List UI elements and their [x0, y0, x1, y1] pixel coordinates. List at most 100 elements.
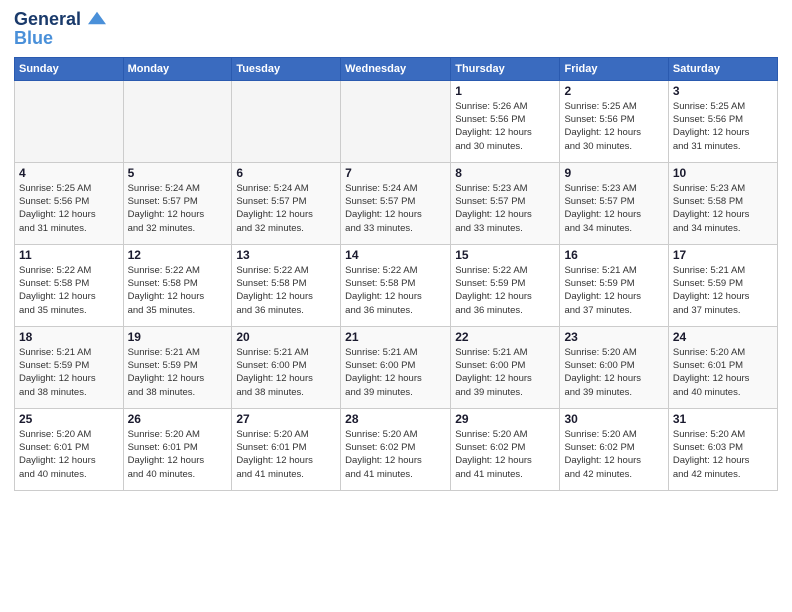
- calendar-cell: 28Sunrise: 5:20 AM Sunset: 6:02 PM Dayli…: [341, 408, 451, 490]
- calendar-cell: 11 Sunrise: 5:22 AM Sunset: 5:58 PM Dayli…: [15, 244, 124, 326]
- day-info: Sunrise: 5:20 AM Sunset: 6:02 PM Dayligh…: [455, 428, 555, 481]
- day-number: 23: [564, 330, 663, 344]
- day-number: 7: [345, 166, 446, 180]
- day-number: 13: [236, 248, 336, 262]
- page: General Blue SundayMondayTuesdayWednesda…: [0, 0, 792, 612]
- calendar-cell: 10 Sunrise: 5:23 AM Sunset: 5:58 PM Dayli…: [668, 162, 777, 244]
- day-number: 31: [673, 412, 773, 426]
- day-info: Sunrise: 5:20 AM Sunset: 6:03 PM Dayligh…: [673, 428, 773, 481]
- calendar-cell: 21 Sunrise: 5:21 AM Sunset: 6:00 PM Dayli…: [341, 326, 451, 408]
- calendar-cell: 12Sunrise: 5:22 AM Sunset: 5:58 PM Dayli…: [123, 244, 232, 326]
- day-info: Sunrise: 5:25 AM Sunset: 5:56 PM Dayligh…: [19, 182, 119, 235]
- day-info: Sunrise: 5:20 AM Sunset: 6:00 PM Dayligh…: [564, 346, 663, 399]
- day-info: Sunrise: 5:20 AM Sunset: 6:01 PM Dayligh…: [673, 346, 773, 399]
- day-info: Sunrise: 5:23 AM Sunset: 5:58 PM Dayligh…: [673, 182, 773, 235]
- day-info: Sunrise: 5:24 AM Sunset: 5:57 PM Dayligh…: [128, 182, 228, 235]
- day-info: Sunrise: 5:26 AM Sunset: 5:56 PM Dayligh…: [455, 100, 555, 153]
- calendar-cell: 2 Sunrise: 5:25 AM Sunset: 5:56 PM Daylig…: [560, 80, 668, 162]
- day-number: 20: [236, 330, 336, 344]
- day-info: Sunrise: 5:21 AM Sunset: 6:00 PM Dayligh…: [345, 346, 446, 399]
- logo-blue: Blue: [14, 28, 106, 49]
- weekday-header: Sunday: [15, 57, 124, 80]
- day-number: 22: [455, 330, 555, 344]
- day-number: 24: [673, 330, 773, 344]
- calendar-cell: 8Sunrise: 5:23 AM Sunset: 5:57 PM Daylig…: [451, 162, 560, 244]
- calendar-cell: 23 Sunrise: 5:20 AM Sunset: 6:00 PM Dayli…: [560, 326, 668, 408]
- logo-text: General: [14, 10, 106, 30]
- calendar-cell: 3Sunrise: 5:25 AM Sunset: 5:56 PM Daylig…: [668, 80, 777, 162]
- day-info: Sunrise: 5:22 AM Sunset: 5:58 PM Dayligh…: [19, 264, 119, 317]
- day-info: Sunrise: 5:20 AM Sunset: 6:01 PM Dayligh…: [19, 428, 119, 481]
- day-info: Sunrise: 5:21 AM Sunset: 6:00 PM Dayligh…: [236, 346, 336, 399]
- calendar-cell: 31 Sunrise: 5:20 AM Sunset: 6:03 PM Dayli…: [668, 408, 777, 490]
- day-number: 11: [19, 248, 119, 262]
- day-info: Sunrise: 5:22 AM Sunset: 5:58 PM Dayligh…: [236, 264, 336, 317]
- day-number: 25: [19, 412, 119, 426]
- day-info: Sunrise: 5:21 AM Sunset: 6:00 PM Dayligh…: [455, 346, 555, 399]
- calendar-cell: 6Sunrise: 5:24 AM Sunset: 5:57 PM Daylig…: [232, 162, 341, 244]
- day-info: Sunrise: 5:20 AM Sunset: 6:01 PM Dayligh…: [128, 428, 228, 481]
- calendar-cell: 9 Sunrise: 5:23 AM Sunset: 5:57 PM Daylig…: [560, 162, 668, 244]
- day-info: Sunrise: 5:21 AM Sunset: 5:59 PM Dayligh…: [19, 346, 119, 399]
- logo-icon: [88, 11, 106, 25]
- day-info: Sunrise: 5:20 AM Sunset: 6:02 PM Dayligh…: [345, 428, 446, 481]
- weekday-header: Friday: [560, 57, 668, 80]
- weekday-header: Tuesday: [232, 57, 341, 80]
- day-info: Sunrise: 5:24 AM Sunset: 5:57 PM Dayligh…: [345, 182, 446, 235]
- day-number: 2: [564, 84, 663, 98]
- day-number: 10: [673, 166, 773, 180]
- day-info: Sunrise: 5:22 AM Sunset: 5:59 PM Dayligh…: [455, 264, 555, 317]
- day-info: Sunrise: 5:23 AM Sunset: 5:57 PM Dayligh…: [455, 182, 555, 235]
- calendar: SundayMondayTuesdayWednesdayThursdayFrid…: [14, 57, 778, 491]
- logo: General Blue: [14, 10, 106, 49]
- weekday-header: Thursday: [451, 57, 560, 80]
- calendar-cell: 25 Sunrise: 5:20 AM Sunset: 6:01 PM Dayli…: [15, 408, 124, 490]
- calendar-cell: 26 Sunrise: 5:20 AM Sunset: 6:01 PM Dayli…: [123, 408, 232, 490]
- day-number: 26: [128, 412, 228, 426]
- day-number: 1: [455, 84, 555, 98]
- day-number: 14: [345, 248, 446, 262]
- calendar-cell: 20 Sunrise: 5:21 AM Sunset: 6:00 PM Dayli…: [232, 326, 341, 408]
- calendar-week-row: 11 Sunrise: 5:22 AM Sunset: 5:58 PM Dayli…: [15, 244, 778, 326]
- day-number: 4: [19, 166, 119, 180]
- calendar-cell: 15Sunrise: 5:22 AM Sunset: 5:59 PM Dayli…: [451, 244, 560, 326]
- calendar-body: 1 Sunrise: 5:26 AM Sunset: 5:56 PM Daylig…: [15, 80, 778, 490]
- day-number: 5: [128, 166, 228, 180]
- day-info: Sunrise: 5:25 AM Sunset: 5:56 PM Dayligh…: [564, 100, 663, 153]
- calendar-cell: [123, 80, 232, 162]
- calendar-cell: 13 Sunrise: 5:22 AM Sunset: 5:58 PM Dayli…: [232, 244, 341, 326]
- header: General Blue: [14, 10, 778, 49]
- day-number: 21: [345, 330, 446, 344]
- calendar-cell: 24 Sunrise: 5:20 AM Sunset: 6:01 PM Dayli…: [668, 326, 777, 408]
- day-info: Sunrise: 5:20 AM Sunset: 6:01 PM Dayligh…: [236, 428, 336, 481]
- calendar-week-row: 4 Sunrise: 5:25 AM Sunset: 5:56 PM Daylig…: [15, 162, 778, 244]
- calendar-cell: 22 Sunrise: 5:21 AM Sunset: 6:00 PM Dayli…: [451, 326, 560, 408]
- calendar-cell: 14 Sunrise: 5:22 AM Sunset: 5:58 PM Dayli…: [341, 244, 451, 326]
- day-number: 27: [236, 412, 336, 426]
- calendar-cell: 4 Sunrise: 5:25 AM Sunset: 5:56 PM Daylig…: [15, 162, 124, 244]
- day-number: 12: [128, 248, 228, 262]
- day-info: Sunrise: 5:23 AM Sunset: 5:57 PM Dayligh…: [564, 182, 663, 235]
- day-info: Sunrise: 5:25 AM Sunset: 5:56 PM Dayligh…: [673, 100, 773, 153]
- calendar-cell: 29 Sunrise: 5:20 AM Sunset: 6:02 PM Dayli…: [451, 408, 560, 490]
- calendar-cell: 30Sunrise: 5:20 AM Sunset: 6:02 PM Dayli…: [560, 408, 668, 490]
- day-number: 9: [564, 166, 663, 180]
- calendar-cell: [232, 80, 341, 162]
- day-info: Sunrise: 5:21 AM Sunset: 5:59 PM Dayligh…: [128, 346, 228, 399]
- day-info: Sunrise: 5:20 AM Sunset: 6:02 PM Dayligh…: [564, 428, 663, 481]
- calendar-cell: 1 Sunrise: 5:26 AM Sunset: 5:56 PM Daylig…: [451, 80, 560, 162]
- day-number: 18: [19, 330, 119, 344]
- calendar-week-row: 25 Sunrise: 5:20 AM Sunset: 6:01 PM Dayli…: [15, 408, 778, 490]
- day-number: 19: [128, 330, 228, 344]
- calendar-week-row: 1 Sunrise: 5:26 AM Sunset: 5:56 PM Daylig…: [15, 80, 778, 162]
- day-info: Sunrise: 5:21 AM Sunset: 5:59 PM Dayligh…: [673, 264, 773, 317]
- calendar-cell: [15, 80, 124, 162]
- day-number: 16: [564, 248, 663, 262]
- calendar-cell: 19 Sunrise: 5:21 AM Sunset: 5:59 PM Dayli…: [123, 326, 232, 408]
- day-info: Sunrise: 5:22 AM Sunset: 5:58 PM Dayligh…: [345, 264, 446, 317]
- day-info: Sunrise: 5:21 AM Sunset: 5:59 PM Dayligh…: [564, 264, 663, 317]
- calendar-cell: [341, 80, 451, 162]
- day-number: 29: [455, 412, 555, 426]
- calendar-cell: 27 Sunrise: 5:20 AM Sunset: 6:01 PM Dayli…: [232, 408, 341, 490]
- calendar-week-row: 18 Sunrise: 5:21 AM Sunset: 5:59 PM Dayli…: [15, 326, 778, 408]
